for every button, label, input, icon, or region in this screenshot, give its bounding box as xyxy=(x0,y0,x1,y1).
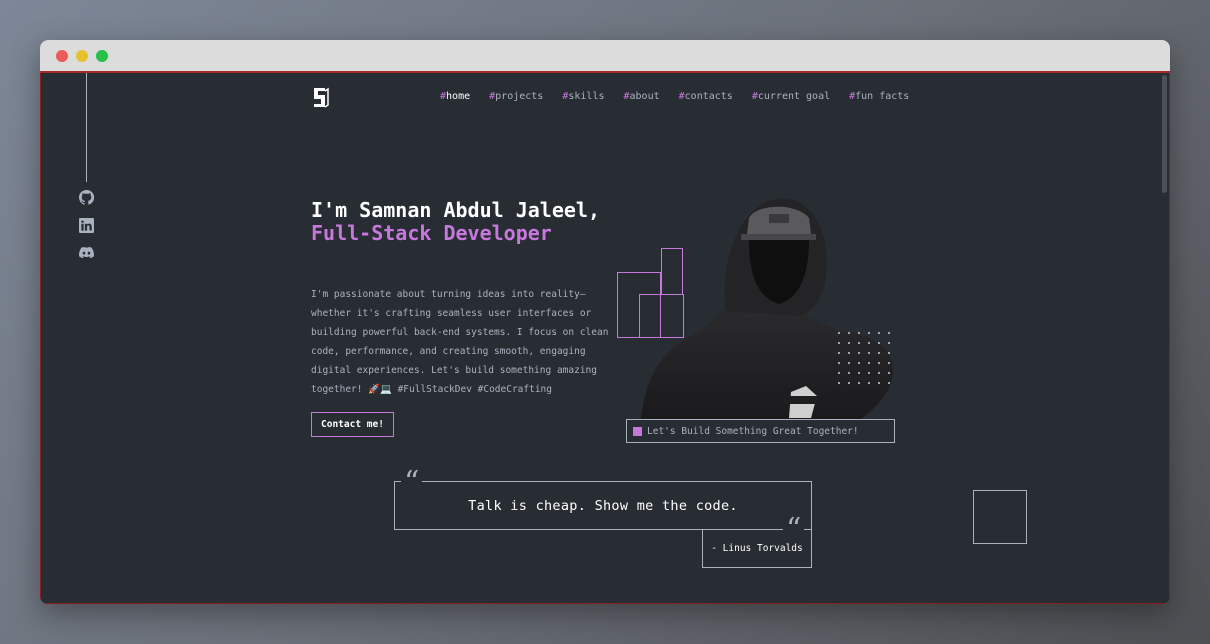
dot-grid-decoration xyxy=(837,331,891,385)
status-caption: Let's Build Something Great Together! xyxy=(626,419,895,443)
minimize-window-button[interactable] xyxy=(76,50,88,62)
open-quote-icon: “ xyxy=(401,468,423,498)
hero-description: I'm passionate about turning ideas into … xyxy=(311,289,609,395)
discord-icon[interactable] xyxy=(78,244,95,261)
linkedin-icon[interactable] xyxy=(78,217,95,234)
top-navigation: #home #projects #skills #about #contacts… xyxy=(440,91,928,102)
quote-box: Talk is cheap. Show me the code. xyxy=(394,481,812,530)
nav-link-skills[interactable]: #skills xyxy=(562,91,604,102)
github-icon[interactable] xyxy=(78,189,95,206)
page-viewport: #home #projects #skills #about #contacts… xyxy=(40,73,1170,604)
hero-title: I'm Samnan Abdul Jaleel, Full-Stack Deve… xyxy=(311,198,600,245)
quote-author-box: - Linus Torvalds xyxy=(702,529,812,568)
close-window-button[interactable] xyxy=(56,50,68,62)
quote-author: - Linus Torvalds xyxy=(711,542,803,554)
nav-link-contacts[interactable]: #contacts xyxy=(679,91,733,102)
maximize-window-button[interactable] xyxy=(96,50,108,62)
scrollbar[interactable] xyxy=(1162,75,1167,193)
caption-text: Let's Build Something Great Together! xyxy=(647,425,859,437)
nav-link-projects[interactable]: #projects xyxy=(489,91,543,102)
nav-link-fun-facts[interactable]: #fun facts xyxy=(849,91,909,102)
site-logo[interactable] xyxy=(312,87,330,108)
contact-me-button[interactable]: Contact me! xyxy=(311,412,394,437)
nav-link-home[interactable]: #home xyxy=(440,91,470,102)
window-titlebar xyxy=(40,40,1170,73)
nav-link-about[interactable]: #about xyxy=(623,91,659,102)
decorative-square xyxy=(973,490,1027,544)
quote-text: Talk is cheap. Show me the code. xyxy=(468,497,738,514)
profile-photo xyxy=(631,196,901,419)
side-divider-line xyxy=(86,73,87,182)
browser-window: #home #projects #skills #about #contacts… xyxy=(40,40,1170,604)
hero-title-accent: Full-Stack Developer xyxy=(311,221,552,245)
nav-link-current-goal[interactable]: #current goal xyxy=(752,91,830,102)
accent-square-icon xyxy=(633,426,642,436)
